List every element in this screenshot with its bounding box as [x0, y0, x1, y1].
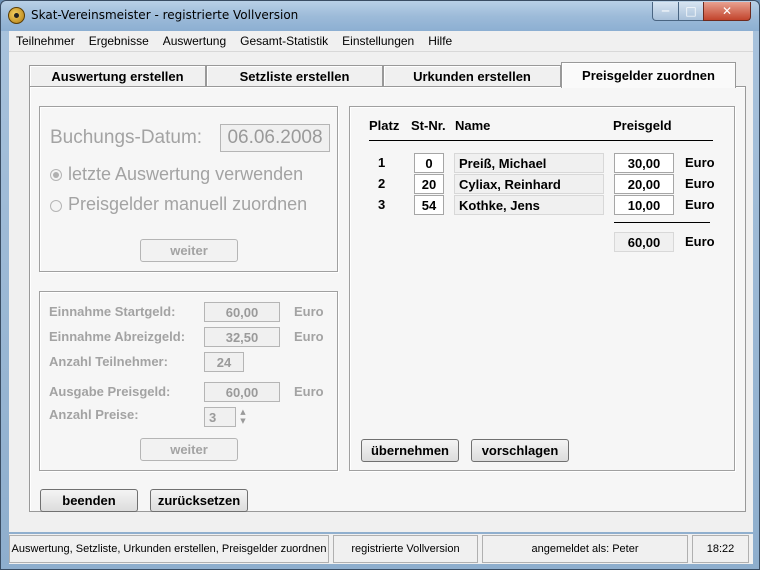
tab-setzliste-erstellen[interactable]: Setzliste erstellen: [206, 65, 383, 87]
radio-letzte-auswertung-label: letzte Auswertung verwenden: [68, 164, 304, 184]
radio-letzte-auswertung[interactable]: [50, 169, 62, 181]
row3-stnr[interactable]: 54: [414, 195, 444, 215]
row3-preis[interactable]: 10,00: [614, 195, 674, 215]
vorschlagen-button[interactable]: vorschlagen: [471, 439, 569, 462]
weiter-button-bottom[interactable]: weiter: [140, 438, 238, 461]
status-modules: Auswertung, Setzliste, Urkunden erstelle…: [9, 535, 329, 563]
abreizgeld-label: Einnahme Abreizgeld:: [49, 329, 186, 344]
finance-group: Einnahme Startgeld: 60,00 Euro Einnahme …: [39, 291, 338, 471]
header-preisgeld: Preisgeld: [613, 118, 672, 133]
row2-preis[interactable]: 20,00: [614, 174, 674, 194]
menu-ergebnisse[interactable]: Ergebnisse: [82, 34, 156, 48]
preisgeld-label: Ausgabe Preisgeld:: [49, 384, 171, 399]
chevron-up-icon[interactable]: ▲: [237, 408, 249, 417]
preisgeld-field[interactable]: 60,00: [204, 382, 280, 402]
anzahl-preise-field[interactable]: 3: [204, 407, 236, 427]
zuruecksetzen-button[interactable]: zurücksetzen: [150, 489, 248, 512]
anzahl-preise-stepper[interactable]: ▲ ▼: [237, 408, 249, 426]
app-logo-icon: [8, 7, 25, 24]
window-title: Skat-Vereinsmeister - registrierte Vollv…: [31, 8, 299, 22]
menu-gesamt-statistik[interactable]: Gesamt-Statistik: [233, 34, 335, 48]
startgeld-euro: Euro: [294, 304, 324, 319]
header-divider: [369, 140, 713, 141]
abreizgeld-euro: Euro: [294, 329, 324, 344]
tab-urkunden-erstellen[interactable]: Urkunden erstellen: [383, 65, 561, 87]
status-version: registrierte Vollversion: [333, 535, 478, 563]
row2-platz: 2: [378, 176, 386, 191]
radio-manuell-label: Preisgelder manuell zuordnen: [68, 194, 308, 214]
row2-stnr[interactable]: 20: [414, 174, 444, 194]
row2-euro: Euro: [685, 176, 715, 191]
booking-group: Buchungs-Datum: 06.06.2008 letzte Auswer…: [39, 106, 338, 272]
minimize-icon: ─: [661, 4, 670, 18]
chevron-down-icon[interactable]: ▼: [237, 417, 249, 426]
close-icon: ✕: [721, 4, 733, 18]
tab-auswertung-erstellen[interactable]: Auswertung erstellen: [29, 65, 206, 87]
maximize-button[interactable]: □: [678, 2, 704, 21]
row1-stnr[interactable]: 0: [414, 153, 444, 173]
status-user: angemeldet als: Peter: [482, 535, 688, 563]
client-area: Auswertung erstellen Setzliste erstellen…: [9, 52, 753, 532]
status-bar: Auswertung, Setzliste, Urkunden erstelle…: [9, 534, 753, 564]
menu-bar: Teilnehmer Ergebnisse Auswertung Gesamt-…: [9, 31, 753, 52]
row1-platz: 1: [378, 155, 386, 170]
preisgeld-table-group: Platz St-Nr. Name Preisgeld 1 0 Preiß, M…: [349, 106, 735, 471]
tab-preisgelder-zuordnen[interactable]: Preisgelder zuordnen: [561, 62, 736, 88]
menu-einstellungen[interactable]: Einstellungen: [335, 34, 421, 48]
row3-name: Kothke, Jens: [454, 195, 604, 215]
close-button[interactable]: ✕: [703, 2, 751, 21]
startgeld-field[interactable]: 60,00: [204, 302, 280, 322]
header-platz: Platz: [369, 118, 400, 133]
beenden-button[interactable]: beenden: [40, 489, 138, 512]
maximize-icon: □: [685, 4, 697, 18]
teilnehmer-field[interactable]: 24: [204, 352, 244, 372]
row3-platz: 3: [378, 197, 386, 212]
status-time: 18:22: [692, 535, 749, 563]
title-bar[interactable]: Skat-Vereinsmeister - registrierte Vollv…: [1, 1, 759, 31]
weiter-button-top[interactable]: weiter: [140, 239, 238, 262]
radio-manuell[interactable]: [50, 200, 62, 212]
row1-euro: Euro: [685, 155, 715, 170]
row2-name: Cyliax, Reinhard: [454, 174, 604, 194]
total-field: 60,00: [614, 232, 674, 252]
startgeld-label: Einnahme Startgeld:: [49, 304, 176, 319]
app-window: Skat-Vereinsmeister - registrierte Vollv…: [0, 0, 760, 570]
header-stnr: St-Nr.: [411, 118, 446, 133]
menu-hilfe[interactable]: Hilfe: [421, 34, 459, 48]
row1-name: Preiß, Michael: [454, 153, 604, 173]
preisgeld-euro: Euro: [294, 384, 324, 399]
menu-teilnehmer[interactable]: Teilnehmer: [9, 34, 82, 48]
row1-preis[interactable]: 30,00: [614, 153, 674, 173]
abreizgeld-field[interactable]: 32,50: [204, 327, 280, 347]
header-name: Name: [455, 118, 491, 133]
uebernehmen-button[interactable]: übernehmen: [361, 439, 459, 462]
buchungs-datum-field[interactable]: 06.06.2008: [220, 124, 330, 152]
sum-divider: [614, 222, 710, 223]
teilnehmer-label: Anzahl Teilnehmer:: [49, 354, 168, 369]
minimize-button[interactable]: ─: [652, 2, 679, 21]
anzahl-preise-label: Anzahl Preise:: [49, 407, 139, 422]
total-euro: Euro: [685, 234, 715, 249]
menu-auswertung[interactable]: Auswertung: [156, 34, 233, 48]
row3-euro: Euro: [685, 197, 715, 212]
tab-panel: Buchungs-Datum: 06.06.2008 letzte Auswer…: [29, 86, 746, 512]
buchungs-datum-label: Buchungs-Datum:: [50, 127, 203, 148]
